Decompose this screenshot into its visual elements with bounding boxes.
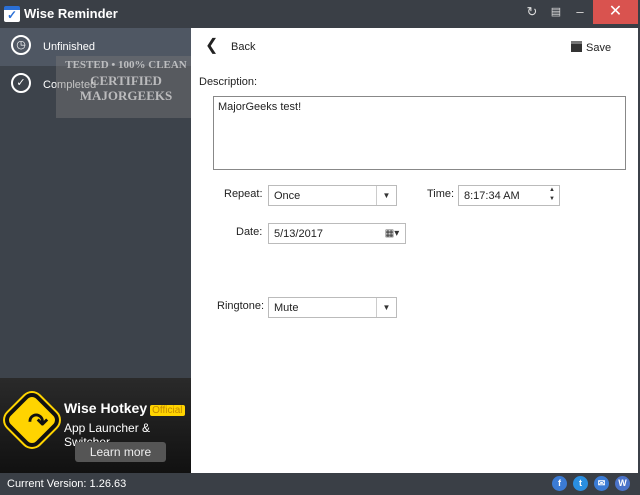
ad-badge: Official — [150, 405, 185, 416]
facebook-icon[interactable]: f — [552, 476, 567, 491]
window-title: Wise Reminder — [24, 6, 118, 21]
wisecleaner-icon[interactable]: W — [615, 476, 630, 491]
wise-hotkey-ad[interactable]: ↷ Wise HotkeyOfficial App Launcher & Swi… — [0, 378, 191, 473]
date-label: Date: — [236, 226, 263, 238]
twitter-icon[interactable]: t — [573, 476, 588, 491]
description-textarea[interactable]: MajorGeeks test! — [213, 96, 626, 170]
watermark-line: CERTIFIED — [90, 73, 162, 88]
alarm-clock-icon: ◷ — [11, 35, 31, 55]
calendar-dropdown-icon[interactable]: ▦▾ — [379, 224, 405, 243]
chevron-left-icon: ❮ — [205, 37, 219, 54]
edit-panel: ❮ Back Save Description: MajorGeeks test… — [191, 28, 638, 473]
time-label: Time: — [427, 188, 455, 200]
time-value: 8:17:34 AM — [464, 190, 520, 202]
ringtone-select[interactable]: Mute ▼ — [268, 297, 397, 318]
learn-more-button[interactable]: Learn more — [75, 442, 166, 462]
save-disk-icon — [571, 41, 582, 52]
time-input[interactable]: 8:17:34 AM ▲ ▼ — [458, 185, 560, 206]
email-icon[interactable]: ✉ — [594, 476, 609, 491]
minimize-button[interactable]: – — [566, 0, 594, 24]
repeat-label: Repeat: — [224, 188, 263, 200]
sidebar-item-label: Unfinished — [43, 41, 95, 53]
repeat-select[interactable]: Once ▼ — [268, 185, 397, 206]
watermark-line: MAJORGEEKS — [79, 88, 173, 103]
ringtone-label: Ringtone: — [217, 300, 265, 312]
watermark: TESTED • 100% CLEAN CERTIFIED MAJORGEEKS — [56, 56, 196, 118]
repeat-value: Once — [274, 190, 301, 202]
close-button[interactable]: ✕ — [593, 0, 638, 24]
ringtone-value: Mute — [274, 302, 299, 314]
spinner-icon[interactable]: ▲ ▼ — [545, 186, 559, 205]
title-bar: ✓ Wise Reminder ↻ ▤ – ✕ — [0, 0, 640, 28]
ad-title: Wise Hotkey Official — [64, 400, 185, 416]
save-button[interactable]: Save — [571, 41, 611, 54]
version-text: Current Version: 1.26.63 — [7, 478, 127, 490]
chevron-down-icon: ▼ — [376, 186, 396, 205]
back-label: Back — [231, 41, 256, 53]
chevron-down-icon: ▼ — [376, 298, 396, 317]
check-circle-icon: ✓ — [11, 73, 31, 93]
description-label: Description: — [199, 76, 258, 88]
watermark-line: TESTED • 100% CLEAN — [65, 59, 187, 71]
app-calendar-icon: ✓ — [4, 6, 20, 22]
save-label: Save — [586, 42, 612, 54]
ad-title-text: Wise Hotkey — [64, 400, 148, 416]
arrow-icon: ↷ — [27, 409, 49, 436]
status-bar: Current Version: 1.26.63 f t ✉ W — [0, 473, 640, 495]
date-value: 5/13/2017 — [274, 228, 323, 240]
date-picker[interactable]: 5/13/2017 ▦▾ — [268, 223, 406, 244]
